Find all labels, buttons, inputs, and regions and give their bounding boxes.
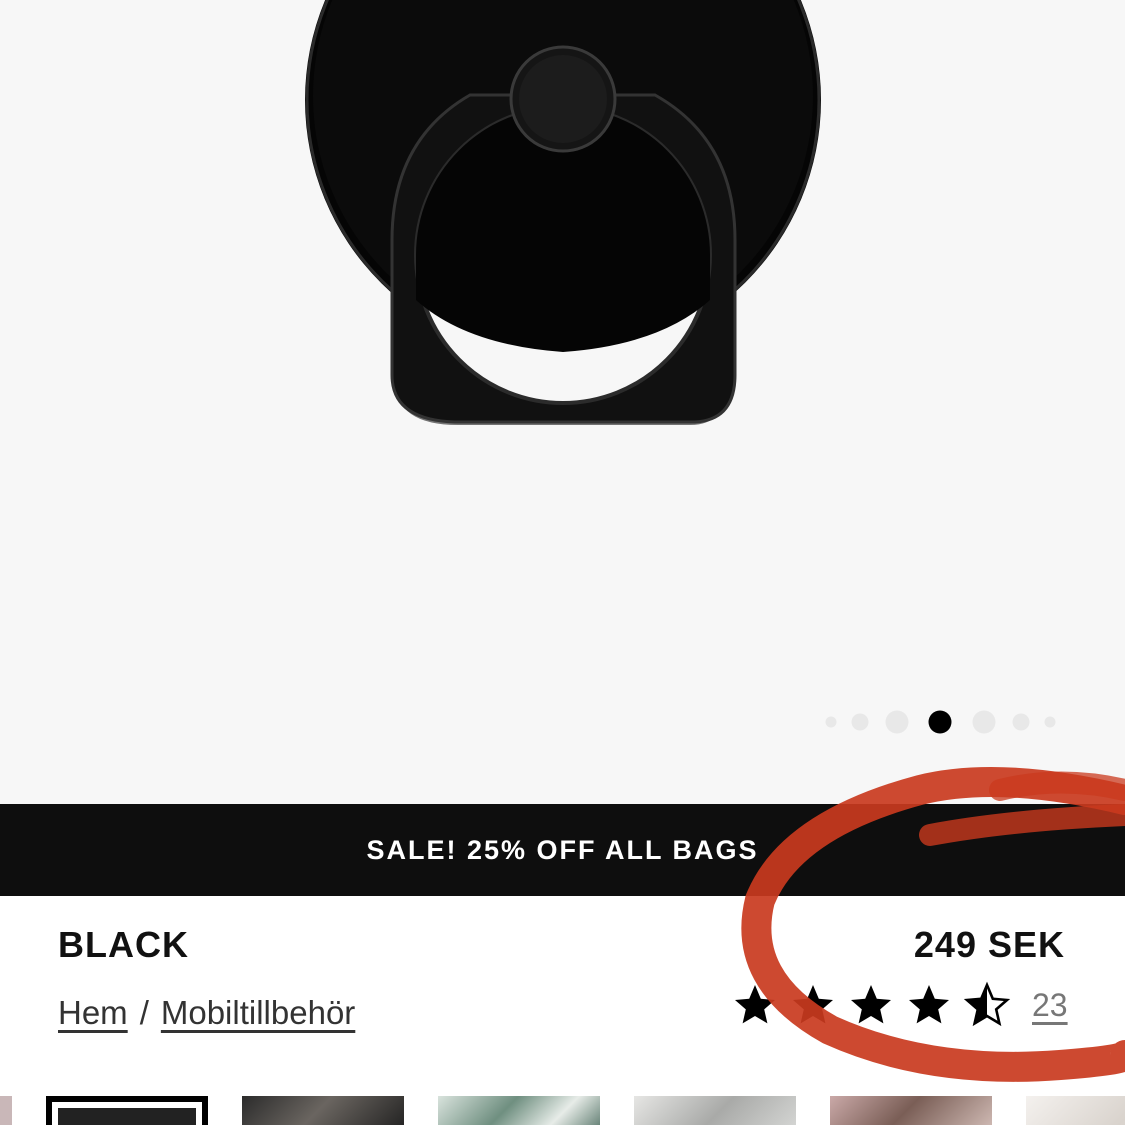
breadcrumb-link-home[interactable]: Hem (58, 994, 128, 1032)
breadcrumb: Hem / Mobiltillbehör (58, 994, 355, 1032)
carousel-dot[interactable] (972, 710, 996, 734)
variant-thumbnail-inner (58, 1108, 196, 1125)
carousel-dot-active[interactable] (928, 710, 952, 734)
carousel-dot[interactable] (1044, 716, 1056, 728)
product-image-gallery[interactable] (0, 0, 1125, 804)
star-full-icon (851, 985, 891, 1024)
carousel-dot[interactable] (885, 710, 909, 734)
variant-thumbnail[interactable] (0, 1096, 12, 1125)
carousel-dot[interactable] (825, 716, 837, 728)
variant-thumbnails (0, 1096, 1125, 1125)
variant-thumbnail[interactable] (1026, 1096, 1125, 1125)
variant-thumbnail[interactable] (242, 1096, 404, 1125)
review-count-link[interactable]: 23 (1032, 987, 1068, 1024)
carousel-dot[interactable] (1012, 713, 1030, 731)
star-half-icon (963, 981, 1011, 1027)
product-rating[interactable]: 23 (730, 980, 1068, 1030)
product-title: BLACK (58, 924, 189, 965)
product-price: 249 SEK (913, 924, 1065, 965)
carousel-dot[interactable] (851, 713, 869, 731)
variant-thumbnail[interactable] (634, 1096, 796, 1125)
variant-thumbnail[interactable] (438, 1096, 600, 1125)
breadcrumb-separator: / (139, 994, 149, 1031)
variant-thumbnail-selected[interactable] (46, 1096, 208, 1125)
star-full-icon (735, 985, 775, 1024)
star-full-icon (793, 985, 833, 1024)
promo-banner[interactable]: SALE! 25% OFF ALL BAGS (0, 804, 1125, 896)
variant-thumbnail[interactable] (830, 1096, 992, 1125)
phone-ring-holder-image (305, 0, 821, 425)
rating-stars (730, 981, 1012, 1029)
star-full-icon (909, 985, 949, 1024)
breadcrumb-link-category[interactable]: Mobiltillbehör (161, 994, 355, 1032)
promo-banner-text: SALE! 25% OFF ALL BAGS (366, 834, 759, 865)
